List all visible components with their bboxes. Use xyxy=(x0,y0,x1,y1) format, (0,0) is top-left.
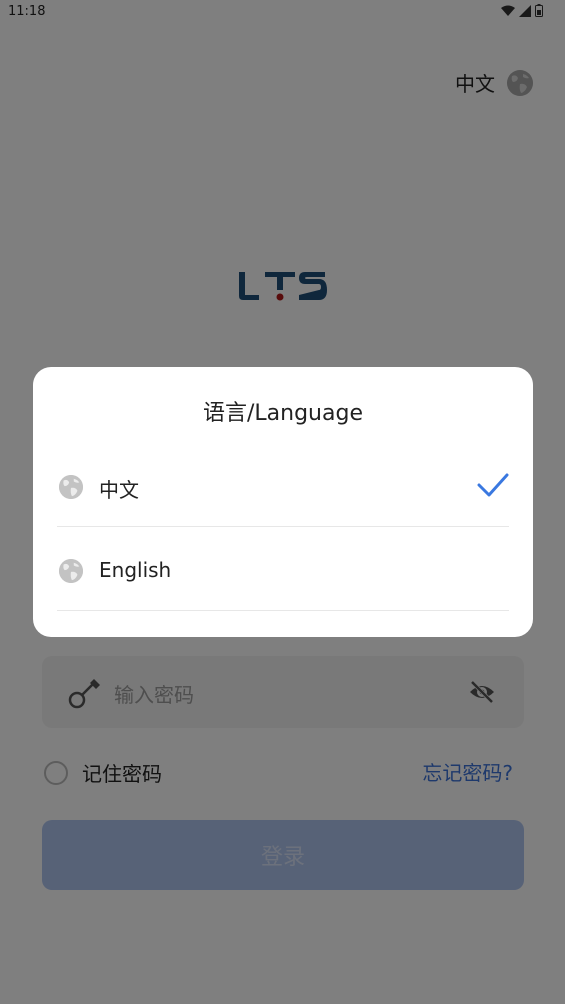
dialog-title: 语言/Language xyxy=(203,401,363,426)
login-screen: 11:18 中文 xyxy=(0,0,565,1004)
divider xyxy=(57,526,509,527)
globe-icon xyxy=(59,475,83,499)
option-label: English xyxy=(99,558,172,582)
language-option-english[interactable]: English xyxy=(57,529,509,611)
option-label: 中文 xyxy=(99,478,139,502)
language-dialog: 语言/Language 中文 English xyxy=(33,367,533,637)
globe-icon xyxy=(59,559,83,583)
language-option-chinese[interactable]: 中文 xyxy=(57,445,509,527)
checkmark-icon xyxy=(477,473,509,497)
divider xyxy=(57,610,509,611)
